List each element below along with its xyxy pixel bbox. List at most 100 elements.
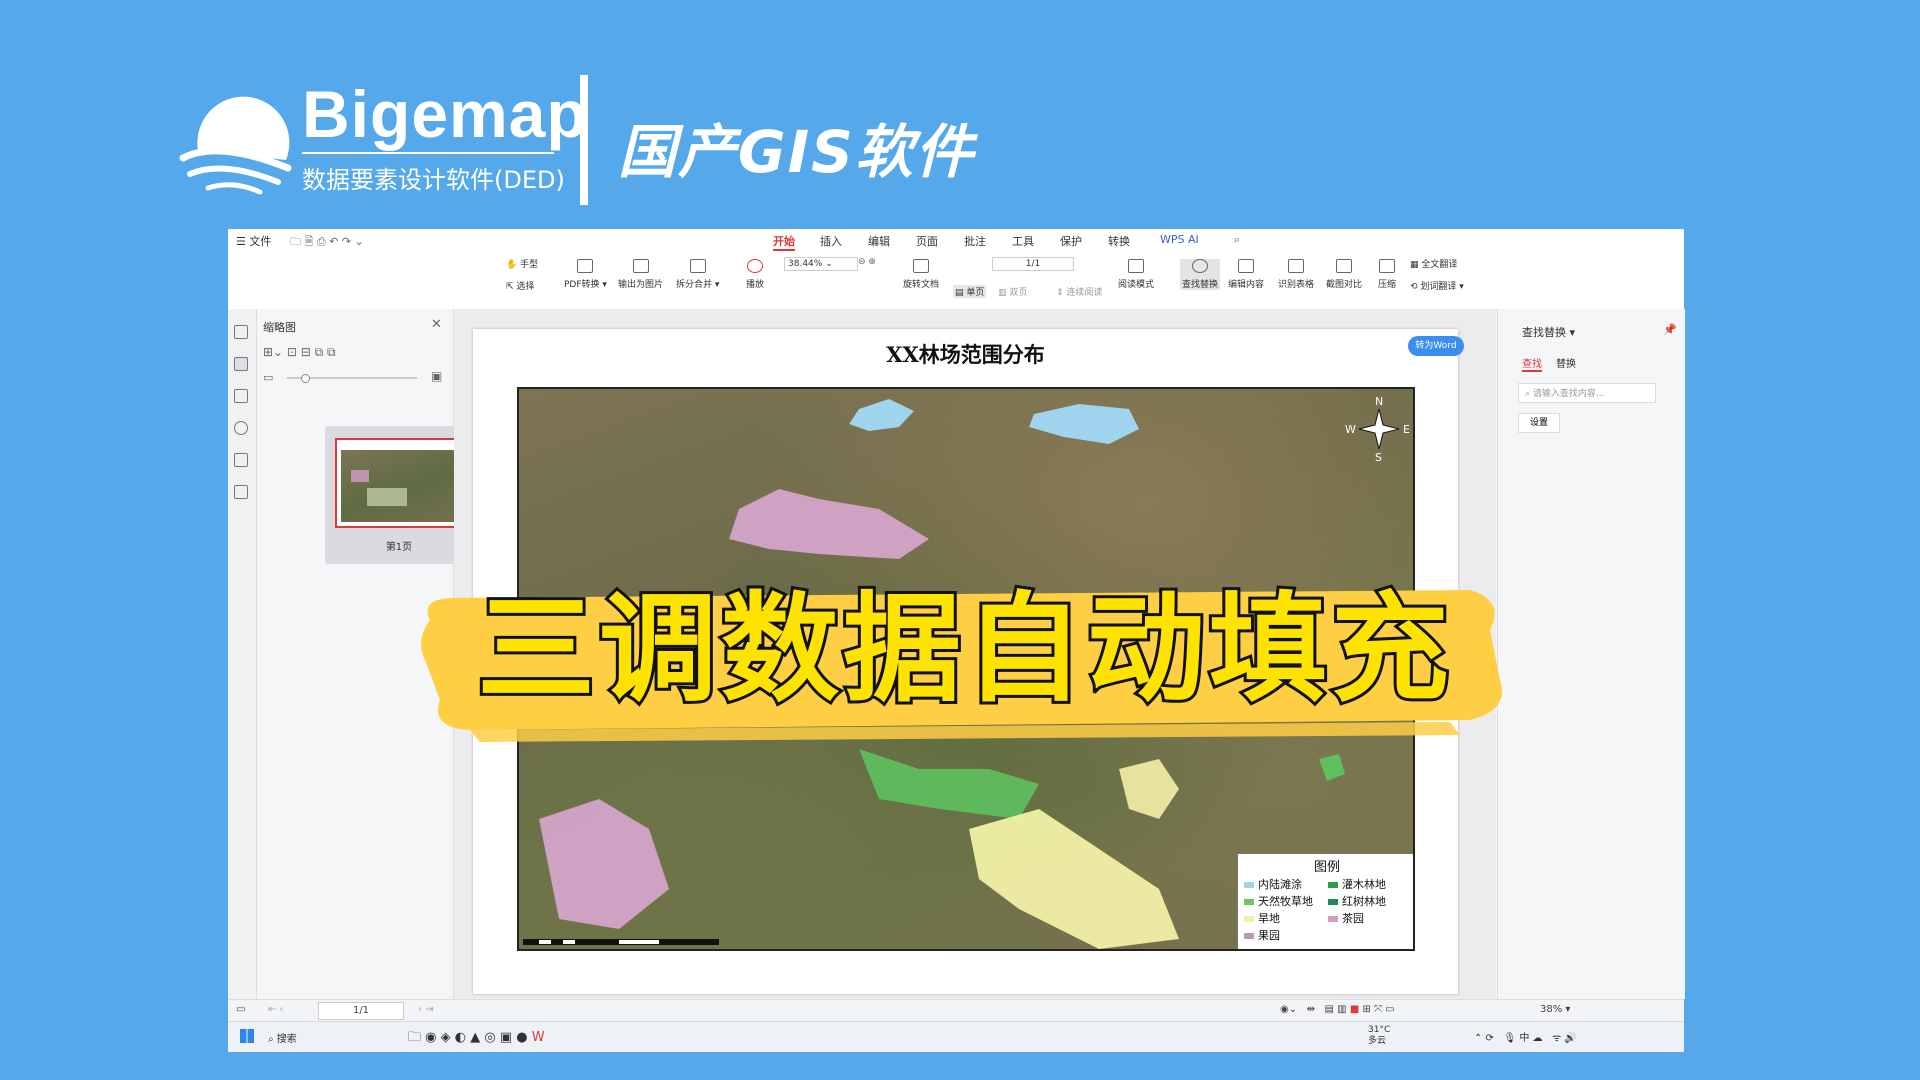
pdf-convert-button[interactable]: PDF转换 ▾ (564, 259, 607, 290)
tab-protect[interactable]: 保护 (1060, 233, 1082, 249)
export-image-icon (632, 259, 649, 273)
legend-swatch (1244, 916, 1254, 922)
play-button[interactable]: 播放 (746, 259, 764, 290)
tab-start[interactable]: 开始 (773, 233, 795, 251)
attachment-icon[interactable] (234, 421, 248, 435)
compass-w: W (1345, 423, 1356, 436)
tab-replace[interactable]: 替换 (1556, 355, 1576, 370)
brand-underline (302, 152, 554, 154)
legend-swatch (1244, 882, 1254, 888)
windows-taskbar: ⌕ 搜索 🗀 ◉ ◈ ◐ ▲ ◎ ▣ ● W 31°C 多云 ⌃ ⟳ 🎙 中 ☁ … (228, 1021, 1684, 1052)
compress-button[interactable]: 压缩 (1378, 259, 1396, 290)
legend-item: 红树林地 (1328, 893, 1386, 909)
brand-name: Bigemap (302, 77, 588, 151)
status-zoom[interactable]: 38% ▾ (1540, 1004, 1570, 1015)
compass-n: N (1375, 395, 1383, 408)
menubar: ☰ 文件 🗀 🗎 ⎙ ↶ ↷ ⌄ 开始 插入 编辑 页面 批注 工具 保护 转换… (228, 229, 1684, 252)
tab-convert[interactable]: 转换 (1108, 233, 1130, 249)
tab-insert[interactable]: 插入 (820, 233, 842, 249)
screenshot-compare-button[interactable]: 截图对比 (1326, 259, 1362, 290)
legend-swatch (1328, 899, 1338, 905)
translate-all-button[interactable]: ▦ 全文翻译 (1410, 257, 1457, 270)
view-mode-icons[interactable]: ◉⌄ ⇹ ▤ ▥ ■ ⊞ ⤧ ▭ (1280, 1004, 1395, 1015)
dry-land-patch (969, 809, 1179, 949)
single-page-button[interactable]: ▤ 单页 (953, 285, 987, 298)
translate-word-button[interactable]: ⟲ 划词翻译 ▾ (1410, 279, 1464, 292)
inland-tidal-flat-patch (1029, 404, 1139, 444)
natural-grassland-patch (859, 749, 1039, 819)
bigemap-logo-icon (179, 96, 292, 195)
recognize-table-button[interactable]: 识别表格 (1278, 259, 1314, 290)
slogan: 国产GIS软件 (618, 118, 975, 186)
search-input[interactable]: ⌕ 请输入查找内容... (1518, 383, 1656, 403)
edit-content-button[interactable]: 编辑内容 (1228, 259, 1264, 290)
close-icon[interactable]: ✕ (431, 317, 442, 332)
tab-find[interactable]: 查找 (1522, 355, 1542, 372)
compare-icon (1336, 259, 1352, 273)
taskbar-app-icons[interactable]: 🗀 ◉ ◈ ◐ ▲ ◎ ▣ ● W (408, 1028, 545, 1050)
page-number-input[interactable]: 1/1 (992, 257, 1074, 271)
bookmark-icon[interactable] (234, 325, 248, 339)
thumbnail-size-slider[interactable] (287, 374, 417, 383)
zoom-input[interactable]: 38.44% ⌄ (784, 257, 858, 271)
dry-land-patch (1119, 759, 1179, 819)
find-replace-button[interactable]: 查找替换 (1180, 259, 1221, 290)
read-mode-button[interactable]: 阅读模式 (1118, 259, 1154, 290)
banner-title: 三调数据自动填充 (474, 577, 1453, 721)
legend-item: 旱地 (1244, 910, 1280, 926)
inland-tidal-flat-patch (849, 399, 914, 431)
to-word-button[interactable]: 转为Word (1408, 336, 1464, 356)
page-nav-first-prev[interactable]: ⇤ ‹ (268, 1004, 284, 1015)
thumbnail-tools[interactable]: ⊞⌄ ⊡ ⊟ ⧉ ⧉ (263, 345, 336, 360)
comment-icon[interactable] (234, 389, 248, 403)
thumbnail-item[interactable]: 第1页 (325, 426, 473, 564)
split-merge-button[interactable]: 拆分合并 ▾ (676, 259, 719, 290)
signature-icon[interactable] (234, 453, 248, 467)
split-merge-icon (689, 259, 706, 273)
export-image-button[interactable]: 输出为图片 (618, 259, 663, 290)
rotate-icon (913, 259, 929, 273)
page-nav-next-last[interactable]: › ⇥ (418, 1004, 434, 1015)
map-legend: 图例 内陆滩涂 灌木林地 天然牧草地 红树林地 旱地 茶园 果园 (1237, 853, 1413, 949)
tea-garden-patch (729, 489, 929, 559)
windows-start-icon[interactable] (240, 1029, 254, 1043)
small-image-icon[interactable]: ▭ (263, 371, 273, 384)
file-menu[interactable]: ☰ 文件 (236, 233, 271, 249)
tea-garden-patch (539, 799, 669, 929)
compass-e: E (1403, 423, 1410, 436)
legend-item: 灌木林地 (1328, 876, 1386, 892)
compress-icon (1379, 259, 1395, 273)
find-replace-panel: 查找替换 ▾ 📌 查找 替换 ⌕ 请输入查找内容... 设置 (1497, 309, 1685, 999)
large-image-icon[interactable]: ▣ (431, 369, 442, 383)
brand-divider (580, 75, 588, 205)
rotate-button[interactable]: 旋转文档 (903, 259, 939, 290)
weather-widget[interactable]: 31°C 多云 (1368, 1025, 1390, 1047)
zoom-icons[interactable]: ⊖ ⊕ (858, 257, 876, 267)
status-bar: ▭ ⇤ ‹ 1/1 › ⇥ ◉⌄ ⇹ ▤ ▥ ■ ⊞ ⤧ ▭ 38% ▾ (228, 999, 1684, 1022)
layers-icon[interactable] (234, 485, 248, 499)
sidebar-toggle-icon[interactable]: ▭ (236, 1004, 245, 1015)
tab-annotate[interactable]: 批注 (964, 233, 986, 249)
select-tool[interactable]: ⇱ 选择 (506, 279, 534, 292)
double-page-button[interactable]: ▥ 双页 (998, 285, 1027, 298)
status-page-input[interactable]: 1/1 (318, 1002, 404, 1020)
document-title: XX林场范围分布 (886, 342, 1045, 367)
pin-icon[interactable]: 📌 (1663, 323, 1677, 336)
pdf-convert-icon (577, 259, 594, 273)
search-icon[interactable]: ⌕ (1234, 233, 1240, 247)
settings-button[interactable]: 设置 (1518, 413, 1560, 433)
continuous-read-button[interactable]: ⇕ 连续阅读 (1056, 285, 1102, 298)
edit-icon (1238, 259, 1254, 273)
tab-edit[interactable]: 编辑 (868, 233, 890, 249)
taskbar-search[interactable]: ⌕ 搜索 (268, 1030, 297, 1045)
thumbnail-icon[interactable] (234, 357, 248, 371)
play-icon (747, 259, 763, 273)
tab-page[interactable]: 页面 (916, 233, 938, 249)
hand-tool[interactable]: ✋ 手型 (506, 257, 538, 270)
legend-swatch (1328, 916, 1338, 922)
left-icon-rail (228, 309, 257, 999)
tab-tools[interactable]: 工具 (1012, 233, 1034, 249)
quick-access-icons[interactable]: 🗀 🗎 ⎙ ↶ ↷ ⌄ (290, 233, 364, 252)
wps-ai-button[interactable]: WPS AI (1160, 233, 1199, 246)
tray-icons[interactable]: ⌃ ⟳ 🎙 中 ☁ ᯤ 🔊 (1474, 1029, 1577, 1044)
